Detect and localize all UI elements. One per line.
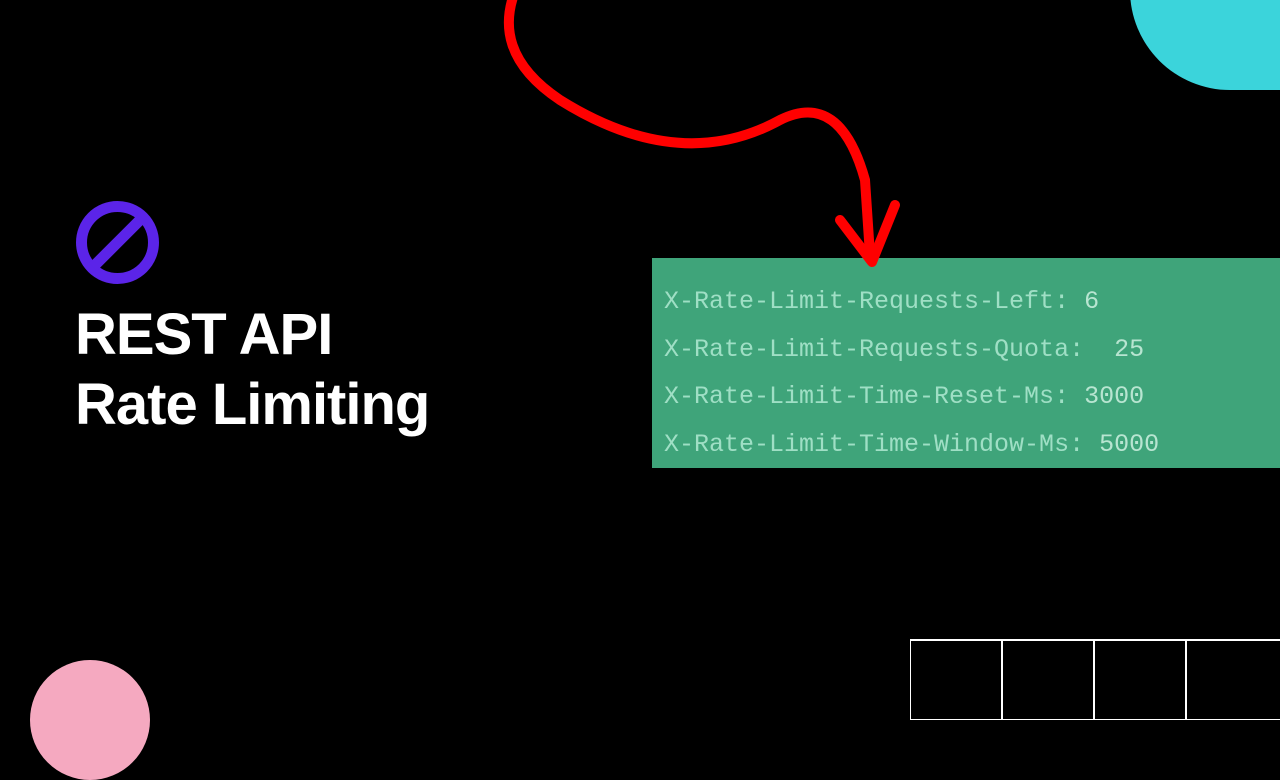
header-value: 25 [1114, 335, 1144, 364]
header-row: X-Rate-Limit-Time-Window-Ms: 5000 [664, 421, 1268, 469]
header-row: X-Rate-Limit-Requests-Quota: 25 [664, 326, 1268, 374]
header-value: 5000 [1099, 430, 1159, 459]
cyan-quarter-circle [1130, 0, 1280, 90]
http-headers-box: X-Rate-Limit-Requests-Left: 6 X-Rate-Lim… [652, 258, 1280, 468]
arrow-icon [500, 0, 920, 280]
header-name: X-Rate-Limit-Time-Reset-Ms: [664, 382, 1069, 411]
header-name: X-Rate-Limit-Requests-Left: [664, 287, 1069, 316]
pink-circle [30, 660, 150, 780]
title-line-2: Rate Limiting [75, 370, 429, 440]
grid-decoration [910, 620, 1280, 720]
header-name: X-Rate-Limit-Requests-Quota: [664, 335, 1084, 364]
page-title: REST API Rate Limiting [75, 300, 429, 439]
header-value: 3000 [1084, 382, 1144, 411]
title-line-1: REST API [75, 300, 429, 370]
header-row: X-Rate-Limit-Requests-Left: 6 [664, 278, 1268, 326]
header-name: X-Rate-Limit-Time-Window-Ms: [664, 430, 1084, 459]
prohibition-icon [75, 200, 160, 290]
header-value: 6 [1084, 287, 1099, 316]
header-row: X-Rate-Limit-Time-Reset-Ms: 3000 [664, 373, 1268, 421]
